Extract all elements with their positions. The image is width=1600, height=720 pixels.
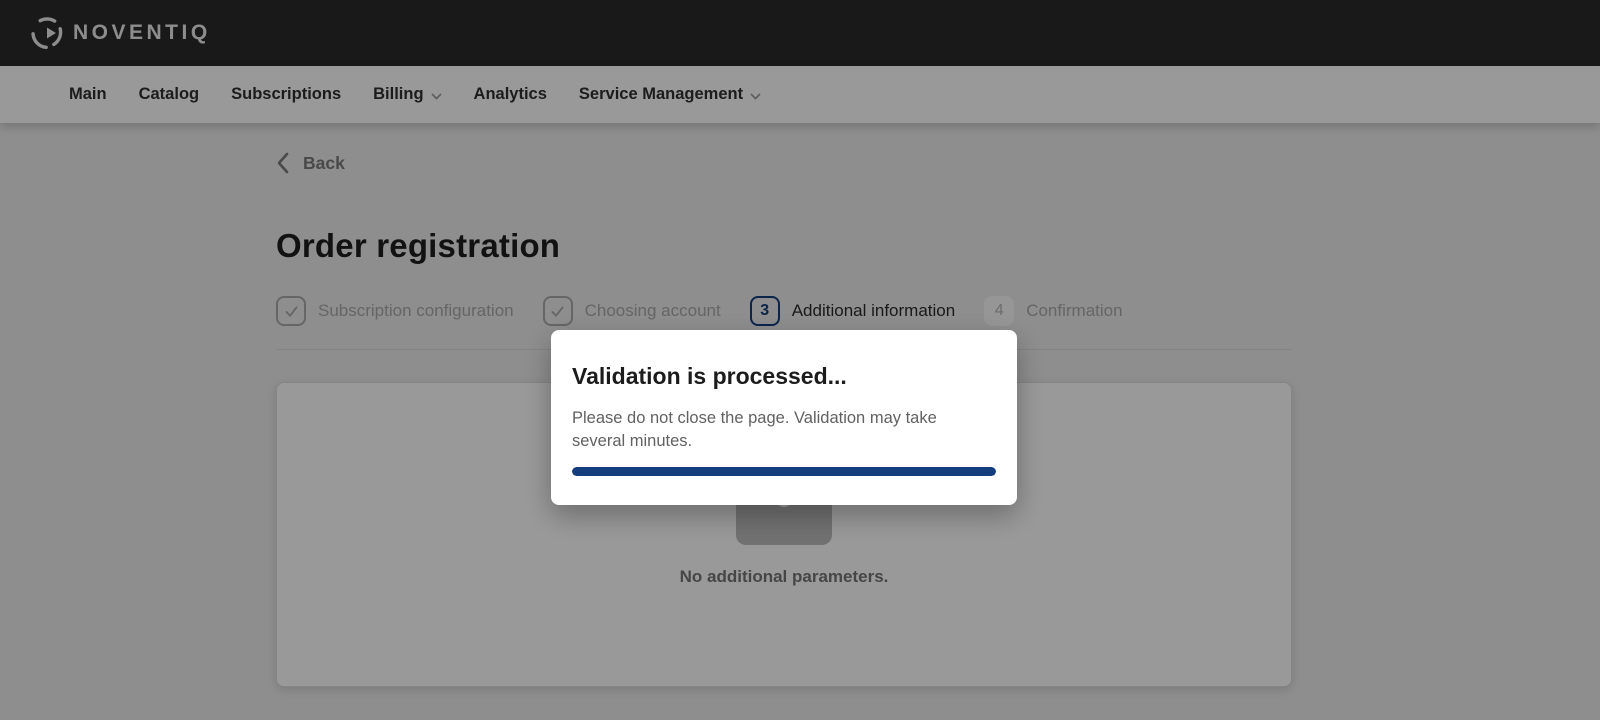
validation-modal-message: Please do not close the page. Validation… (572, 407, 960, 453)
validation-progress-bar (572, 467, 996, 476)
validation-modal: Validation is processed... Please do not… (551, 330, 1017, 505)
validation-modal-title: Validation is processed... (572, 363, 996, 390)
validation-progress-fill (572, 467, 996, 476)
